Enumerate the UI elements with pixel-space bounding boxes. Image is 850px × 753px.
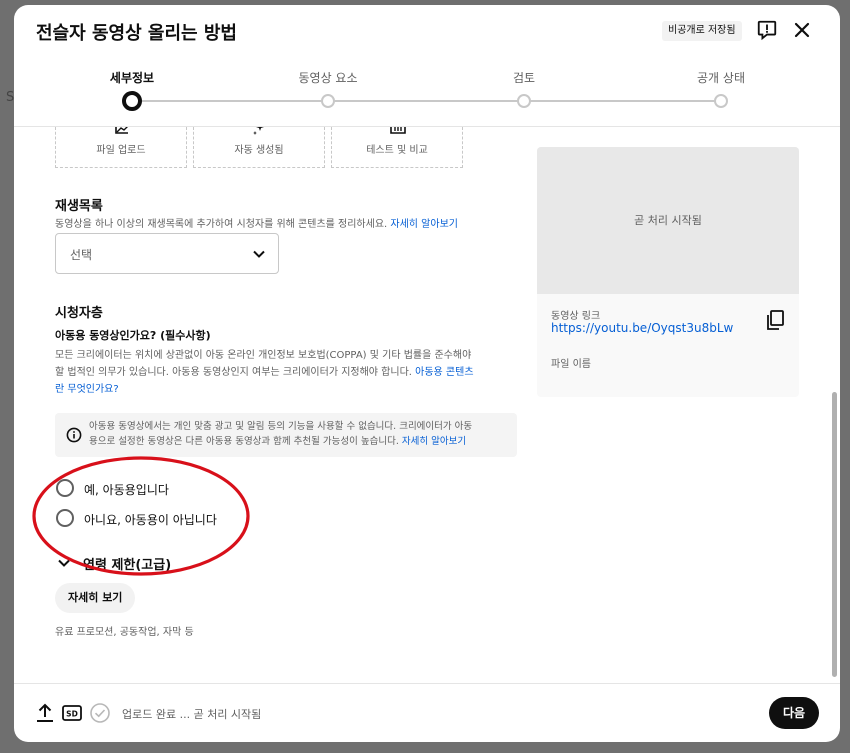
step-visibility-dot[interactable] — [714, 94, 728, 108]
progress-stepper: 세부정보 동영상 요소 검토 공개 상태 — [14, 63, 840, 127]
audience-paragraph: 모든 크리에이터는 위치에 상관없이 아동 온라인 개인정보 보호법(COPPA… — [55, 347, 519, 398]
sd-quality-icon: SD — [62, 705, 82, 721]
info-line1: 아동용 동영상에서는 개인 맞춤 광고 및 알림 등의 기능을 사용할 수 없습… — [89, 421, 473, 432]
show-more-button[interactable]: 자세히 보기 — [55, 583, 136, 613]
audience-question: 아동용 동영상인가요? (필수사항) — [55, 329, 211, 342]
chevron-down-icon — [253, 250, 265, 258]
file-name-label: 파일 이름 — [551, 359, 591, 370]
thumbnail-test-option[interactable]: 테스트 및 비교 — [331, 127, 463, 168]
dialog-footer: SD 업로드 완료 ... 곧 처리 시작됨 다음 — [14, 683, 840, 742]
copy-icon[interactable] — [766, 310, 784, 330]
saved-status-badge: 비공개로 저장됨 — [662, 21, 742, 41]
sd-label: SD — [66, 710, 78, 719]
dialog-header: 전슬자 동영상 올리는 방법 비공개로 저장됨 — [14, 5, 840, 59]
video-preview-area: 곧 처리 시작됨 — [537, 147, 799, 294]
step-details-dot[interactable] — [122, 91, 142, 111]
show-more-description: 유료 프로모션, 공동작업, 자막 등 — [55, 627, 194, 638]
radio-no-circle[interactable] — [56, 509, 74, 527]
video-link-label: 동영상 링크 — [551, 311, 601, 322]
playlist-description: 동영상을 하나 이상의 재생목록에 추가하여 시청자를 위해 콘텐츠를 정리하세… — [55, 215, 458, 230]
audience-paragraph-line2: 할 법적인 의무가 있습니다. 아동용 동영상인지 여부는 크리에이터가 지정해… — [55, 367, 412, 378]
upload-status-text: 업로드 완료 ... 곧 처리 시작됨 — [122, 708, 262, 721]
upload-icon — [37, 703, 53, 722]
scrollbar-thumb[interactable] — [832, 392, 837, 677]
playlist-description-text: 동영상을 하나 이상의 재생목록에 추가하여 시청자를 위해 콘텐츠를 정리하세… — [55, 219, 388, 230]
upload-dialog: 전슬자 동영상 올리는 방법 비공개로 저장됨 세부정보 동영상 요소 검토 공… — [14, 5, 840, 742]
radio-no-label: 아니요, 아동용이 아닙니다 — [84, 513, 217, 527]
audience-title: 시청자층 — [55, 306, 103, 321]
step-elements-dot[interactable] — [321, 94, 335, 108]
info-learn-more-link[interactable]: 자세히 알아보기 — [402, 436, 466, 447]
details-content: 파일 업로드 자동 생성됨 테스트 및 비교 재생목록 동영상을 하나 이상의 … — [14, 127, 840, 683]
video-preview-card: 곧 처리 시작됨 동영상 링크 https://youtu.be/Oyqst3u… — [537, 147, 799, 397]
kids-content-link-cont[interactable]: 란 무엇인가요? — [55, 381, 519, 398]
check-circle-icon — [90, 703, 110, 723]
info-line2: 용으로 설정한 동영상은 다른 아동용 동영상과 함께 추천될 가능성이 높습니… — [89, 436, 399, 447]
thumbnail-upload-label: 파일 업로드 — [96, 145, 146, 156]
thumbnail-upload-option[interactable]: 파일 업로드 — [55, 127, 187, 168]
step-details-label[interactable]: 세부정보 — [110, 69, 154, 86]
video-link[interactable]: https://youtu.be/Oyqst3u8bLw — [551, 321, 733, 335]
step-visibility-label[interactable]: 공개 상태 — [697, 69, 745, 86]
age-restriction-label: 연령 제한(고급) — [83, 558, 172, 573]
thumbnail-test-label: 테스트 및 비교 — [366, 145, 428, 156]
next-button[interactable]: 다음 — [769, 697, 819, 729]
playlist-select-value: 선택 — [70, 248, 93, 262]
feedback-icon[interactable] — [756, 19, 778, 41]
info-icon — [66, 427, 82, 443]
step-elements-label[interactable]: 동영상 요소 — [298, 69, 357, 86]
kids-content-link[interactable]: 아동용 콘텐츠 — [415, 367, 473, 378]
radio-yes-circle[interactable] — [56, 479, 74, 497]
close-icon[interactable] — [792, 20, 812, 40]
kids-info-box: 아동용 동영상에서는 개인 맞춤 광고 및 알림 등의 기능을 사용할 수 없습… — [55, 413, 517, 457]
step-review-label[interactable]: 검토 — [513, 69, 535, 86]
thumbnail-auto-label: 자동 생성됨 — [234, 145, 284, 156]
page-title: 전슬자 동영상 올리는 방법 — [36, 23, 237, 44]
thumbnail-auto-option[interactable]: 자동 생성됨 — [193, 127, 325, 168]
processing-status: 곧 처리 시작됨 — [634, 214, 702, 227]
playlist-title: 재생목록 — [55, 199, 103, 214]
radio-yes-label: 예, 아동용입니다 — [84, 483, 169, 497]
playlist-select[interactable]: 선택 — [55, 233, 279, 274]
step-review-dot[interactable] — [517, 94, 531, 108]
audience-paragraph-line1: 모든 크리에이터는 위치에 상관없이 아동 온라인 개인정보 보호법(COPPA… — [55, 350, 472, 361]
playlist-learn-more-link[interactable]: 자세히 알아보기 — [390, 219, 458, 230]
content-scrollbar[interactable] — [832, 127, 838, 683]
image-upload-icon — [115, 127, 128, 134]
test-compare-icon — [390, 127, 406, 134]
stepper-track — [132, 100, 721, 102]
chevron-down-icon — [58, 559, 70, 567]
auto-generate-icon — [253, 127, 264, 135]
